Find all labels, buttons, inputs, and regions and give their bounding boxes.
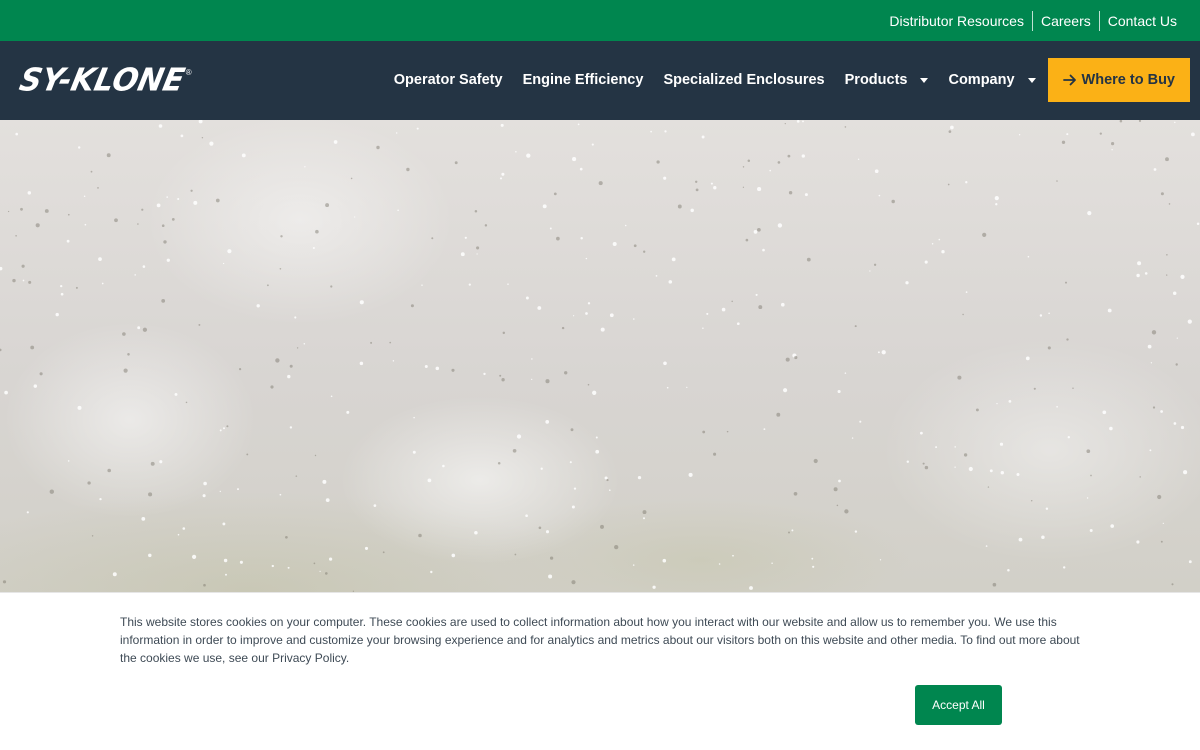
accept-all-button[interactable]: Accept All	[915, 685, 1002, 725]
contact-us-link[interactable]: Contact Us	[1098, 10, 1185, 31]
cookie-message: This website stores cookies on your comp…	[120, 615, 1080, 665]
nav-item-label: Engine Efficiency	[522, 72, 644, 88]
nav-item-products[interactable]: Products	[835, 58, 939, 102]
careers-link[interactable]: Careers	[1031, 10, 1099, 31]
nav-item-label: Company	[948, 72, 1015, 88]
dust-particles	[0, 120, 1200, 592]
cookie-banner: This website stores cookies on your comp…	[0, 592, 1200, 750]
caret-down-icon	[920, 77, 929, 83]
arrow-right-icon	[1062, 74, 1076, 86]
nav-item-label: Specialized Enclosures	[663, 72, 825, 88]
where-to-buy-button[interactable]: Where to Buy	[1047, 58, 1190, 102]
nav-item-company[interactable]: Company	[938, 58, 1045, 102]
nav-item-label: Products	[844, 72, 908, 88]
nav-item-label: Operator Safety	[393, 72, 503, 88]
distributor-resources-link[interactable]: Distributor Resources	[881, 11, 1032, 31]
caret-down-icon	[1027, 77, 1036, 83]
registered-mark: ®	[185, 68, 192, 77]
where-to-buy-label: Where to Buy	[1081, 72, 1175, 88]
nav-menu: Operator Safety Engine Efficiency Specia…	[384, 58, 1190, 102]
nav-item-engine-efficiency[interactable]: Engine Efficiency	[513, 58, 654, 102]
logo-text: SY-KLONE	[16, 62, 188, 99]
nav-item-operator-safety[interactable]: Operator Safety	[384, 58, 513, 102]
sy-klone-logo[interactable]: SY-KLONE ®	[16, 62, 242, 99]
main-navigation: SY-KLONE ® Operator Safety Engine Effici…	[0, 41, 1200, 120]
nav-item-specialized-enclosures[interactable]: Specialized Enclosures	[653, 58, 834, 102]
hero-image	[0, 120, 1200, 592]
utility-bar: Distributor Resources Careers Contact Us	[0, 0, 1200, 41]
